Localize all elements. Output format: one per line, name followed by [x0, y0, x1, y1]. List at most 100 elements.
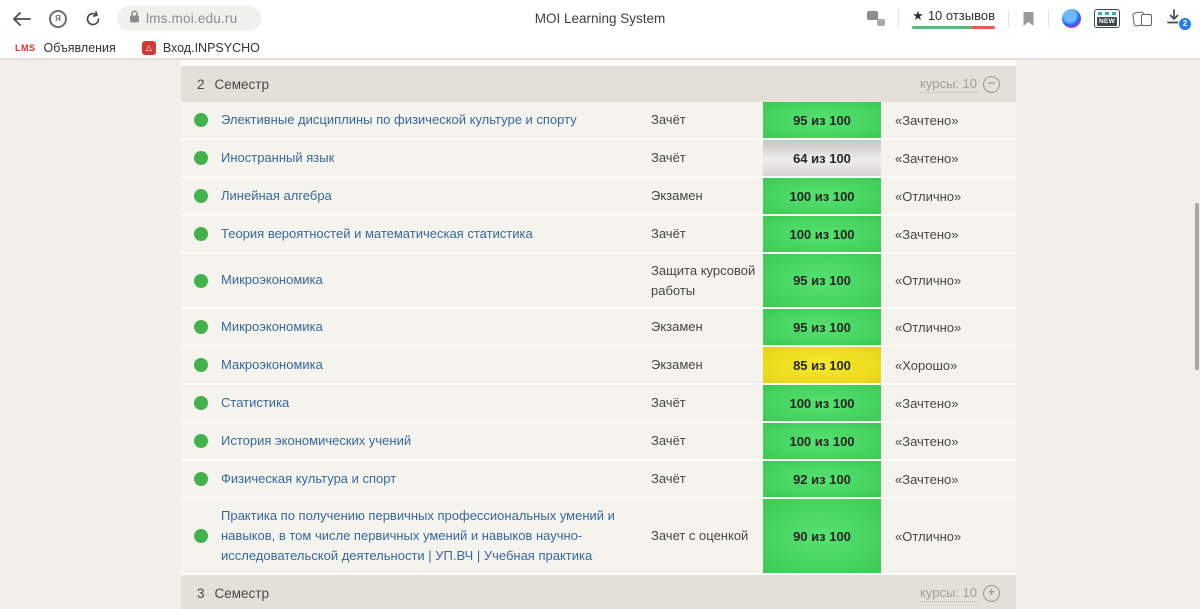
courses-count-link[interactable]: курсы: 10	[920, 76, 977, 93]
address-bar[interactable]: lms.moi.edu.ru	[117, 6, 261, 31]
grade-text: «Зачтено»	[881, 472, 1016, 487]
grade-text: «Зачтено»	[881, 434, 1016, 449]
assessment-type: Зачет с оценкой	[651, 519, 763, 553]
yandex-browser-icon[interactable]: Я	[49, 10, 67, 28]
status-dot-icon	[194, 529, 208, 543]
collections-icon[interactable]	[1133, 11, 1153, 27]
score-badge: 100 из 100	[763, 216, 881, 252]
bookmark-label: Вход.INPSYCHO	[163, 41, 260, 55]
assessment-type: Зачёт	[651, 386, 763, 420]
browser-toolbar: Я lms.moi.edu.ru MOI Learning System ★ 1…	[0, 0, 1200, 37]
course-row: Микроэкономика Экзамен 95 из 100 «Отличн…	[181, 309, 1016, 347]
course-row: Макроэкономика Экзамен 85 из 100 «Хорошо…	[181, 347, 1016, 385]
course-name-link[interactable]: Теория вероятностей и математическая ста…	[221, 217, 651, 251]
status-dot-icon	[194, 189, 208, 203]
extension-orb-icon[interactable]	[1062, 9, 1081, 28]
course-status-cell	[181, 113, 221, 127]
course-name-link[interactable]: Статистика	[221, 386, 651, 420]
status-dot-icon	[194, 274, 208, 288]
semester-3-header: 3 Семестр курсы: 10 +	[181, 575, 1016, 609]
course-name-link[interactable]: История экономических учений	[221, 424, 651, 458]
assessment-type: Защита курсовой работы	[651, 254, 763, 307]
course-name-link[interactable]: Элективные дисциплины по физической куль…	[221, 103, 651, 137]
course-name-link[interactable]: Микроэкономика	[221, 263, 651, 297]
lms-favicon: LMS	[14, 42, 37, 54]
bookmark-flag-icon[interactable]	[1022, 11, 1035, 27]
lock-icon	[129, 10, 140, 28]
course-name-link[interactable]: Иностранный язык	[221, 141, 651, 175]
download-count-badge: 2	[1178, 17, 1192, 31]
assessment-type: Зачёт	[651, 462, 763, 496]
new-extension-icon[interactable]: NEW	[1094, 9, 1120, 28]
course-status-cell	[181, 227, 221, 241]
reviews-label: 10 отзывов	[928, 8, 995, 23]
assessment-type: Зачёт	[651, 103, 763, 137]
collapse-icon[interactable]: −	[983, 76, 1000, 93]
back-icon[interactable]	[12, 12, 31, 26]
course-status-cell	[181, 320, 221, 334]
course-name-link[interactable]: Микроэкономика	[221, 310, 651, 344]
bookmark-item-announcements[interactable]: LMS Объявления	[14, 41, 116, 55]
status-dot-icon	[194, 227, 208, 241]
status-dot-icon	[194, 472, 208, 486]
new-badge: NEW	[1097, 17, 1117, 26]
grade-text: «Отлично»	[881, 529, 1016, 544]
semester-2-rows: Элективные дисциплины по физической куль…	[181, 102, 1016, 575]
bookmark-item-inpsycho[interactable]: △ Вход.INPSYCHO	[142, 41, 260, 55]
grade-text: «Хорошо»	[881, 358, 1016, 373]
course-row: Статистика Зачёт 100 из 100 «Зачтено»	[181, 385, 1016, 423]
divider	[898, 10, 899, 28]
score-badge: 95 из 100	[763, 254, 881, 307]
course-name-link[interactable]: Практика по получению первичных професси…	[221, 499, 651, 573]
status-dot-icon	[194, 358, 208, 372]
score-badge: 90 из 100	[763, 499, 881, 573]
star-icon: ★	[912, 9, 924, 22]
course-name-link[interactable]: Линейная алгебра	[221, 179, 651, 213]
divider	[1048, 10, 1049, 28]
score-badge: 100 из 100	[763, 423, 881, 459]
semester-2-header: 2 Семестр курсы: 10 −	[181, 66, 1016, 102]
reviews-rating-bar	[912, 26, 995, 29]
course-status-cell	[181, 396, 221, 410]
course-status-cell	[181, 472, 221, 486]
semester-number: 3	[197, 586, 205, 601]
course-status-cell	[181, 358, 221, 372]
downloads-button[interactable]: 2	[1166, 9, 1188, 29]
course-status-cell	[181, 529, 221, 543]
assessment-type: Экзамен	[651, 348, 763, 382]
protect-icon[interactable]	[867, 11, 885, 26]
assessment-type: Экзамен	[651, 179, 763, 213]
course-row: Микроэкономика Защита курсовой работы 95…	[181, 254, 1016, 309]
grade-text: «Зачтено»	[881, 151, 1016, 166]
status-dot-icon	[194, 151, 208, 165]
course-row: Теория вероятностей и математическая ста…	[181, 216, 1016, 254]
course-row: Иностранный язык Зачёт 64 из 100 «Зачтен…	[181, 140, 1016, 178]
bookmark-label: Объявления	[44, 41, 116, 55]
site-reviews-button[interactable]: ★ 10 отзывов	[912, 8, 995, 29]
grade-text: «Отлично»	[881, 273, 1016, 288]
course-row: Физическая культура и спорт Зачёт 92 из …	[181, 461, 1016, 499]
vertical-scrollbar[interactable]	[1195, 203, 1199, 370]
status-dot-icon	[194, 396, 208, 410]
course-status-cell	[181, 189, 221, 203]
course-status-cell	[181, 151, 221, 165]
status-dot-icon	[194, 320, 208, 334]
assessment-type: Зачёт	[651, 217, 763, 251]
grade-text: «Зачтено»	[881, 227, 1016, 242]
score-badge: 100 из 100	[763, 385, 881, 421]
expand-icon[interactable]: +	[983, 585, 1000, 602]
url-text: lms.moi.edu.ru	[146, 11, 237, 26]
refresh-icon[interactable]	[85, 11, 101, 27]
course-status-cell	[181, 274, 221, 288]
course-row: Элективные дисциплины по физической куль…	[181, 102, 1016, 140]
status-dot-icon	[194, 113, 208, 127]
courses-count-link[interactable]: курсы: 10	[920, 585, 977, 602]
score-badge: 85 из 100	[763, 347, 881, 383]
score-badge: 95 из 100	[763, 309, 881, 345]
course-name-link[interactable]: Макроэкономика	[221, 348, 651, 382]
semester-label: Семестр	[215, 586, 270, 601]
score-badge: 64 из 100	[763, 140, 881, 176]
semester-label: Семестр	[215, 77, 270, 92]
course-name-link[interactable]: Физическая культура и спорт	[221, 462, 651, 496]
assessment-type: Зачёт	[651, 141, 763, 175]
